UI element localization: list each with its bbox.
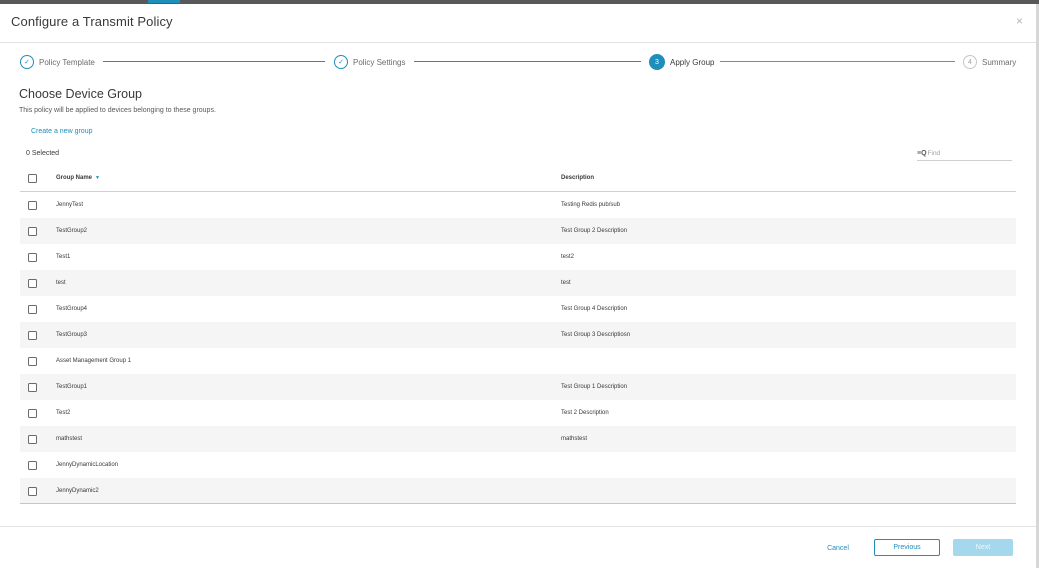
section-heading: Choose Device Group <box>19 87 142 101</box>
footer-divider <box>0 526 1036 527</box>
wizard-step-policy-settings[interactable]: ✓ Policy Settings <box>334 53 405 71</box>
wizard-step-summary[interactable]: 4 Summary <box>963 53 1016 71</box>
table-row[interactable]: Test2 Test 2 Description <box>20 400 1016 426</box>
group-name-cell: JennyTest <box>56 202 84 208</box>
check-icon: ✓ <box>20 55 34 69</box>
next-button[interactable]: Next <box>953 539 1013 556</box>
wizard-step-label: Policy Template <box>39 57 95 67</box>
previous-button[interactable]: Previous <box>874 539 940 556</box>
group-name-cell: TestGroup4 <box>56 306 88 312</box>
row-checkbox[interactable] <box>28 330 37 340</box>
group-name-cell: TestGroup1 <box>56 384 88 390</box>
filter-search-icon[interactable]: ≡Q <box>917 150 927 157</box>
wizard-step-label: Policy Settings <box>353 57 406 67</box>
dialog-title: Configure a Transmit Policy <box>11 14 173 29</box>
row-checkbox[interactable] <box>28 460 37 470</box>
description-cell: Test 2 Description <box>561 410 609 416</box>
search-box[interactable]: ≡Q <box>917 146 1012 161</box>
step-number-badge: 3 <box>649 54 665 70</box>
step-number-badge: 4 <box>963 55 977 69</box>
description-cell: Test Group 3 Descriptiosn <box>561 332 631 338</box>
description-cell: Testing Redis pub/sub <box>561 202 621 208</box>
table-bottom-border <box>20 503 1016 504</box>
group-name-cell: test <box>56 280 66 286</box>
row-checkbox[interactable] <box>28 200 37 210</box>
group-name-cell: mathstest <box>56 436 83 442</box>
table-row[interactable]: Test1 test2 <box>20 244 1016 270</box>
select-all-checkbox[interactable] <box>28 173 37 183</box>
group-name-cell: JennyDynamicLocation <box>56 462 119 468</box>
header-divider <box>0 42 1036 43</box>
description-cell: Test Group 4 Description <box>561 306 628 312</box>
table-row[interactable]: JennyTest Testing Redis pub/sub <box>20 192 1016 218</box>
group-name-cell: TestGroup3 <box>56 332 88 338</box>
cancel-button[interactable]: Cancel <box>812 540 864 556</box>
table-row[interactable]: JennyDynamicLocation <box>20 452 1016 478</box>
description-cell: test2 <box>561 254 575 260</box>
top-bar <box>0 0 1039 4</box>
table-row[interactable]: TestGroup3 Test Group 3 Descriptiosn <box>20 322 1016 348</box>
table-body: JennyTest Testing Redis pub/sub TestGroup2… <box>20 192 1016 504</box>
row-checkbox[interactable] <box>28 226 37 236</box>
table-row[interactable]: TestGroup2 Test Group 2 Description <box>20 218 1016 244</box>
row-checkbox[interactable] <box>28 304 37 314</box>
wizard-connector <box>720 61 955 62</box>
row-checkbox[interactable] <box>28 252 37 262</box>
table-row[interactable]: test test <box>20 270 1016 296</box>
wizard-step-label: Summary <box>982 57 1017 67</box>
row-checkbox[interactable] <box>28 486 37 496</box>
column-header-description: Description <box>561 175 595 181</box>
table-row[interactable]: TestGroup1 Test Group 1 Description <box>20 374 1016 400</box>
description-cell: test <box>561 280 571 286</box>
section-description: This policy will be applied to devices b… <box>19 107 216 114</box>
create-group-link[interactable]: Create a new group <box>31 128 92 135</box>
column-header-group-name[interactable]: Group Name ▼ <box>56 175 100 181</box>
group-name-cell: JennyDynamic2 <box>56 488 99 494</box>
table-row[interactable]: Asset Management Group 1 <box>20 348 1016 374</box>
group-name-cell: Test1 <box>56 254 71 260</box>
wizard-connector <box>414 61 641 62</box>
top-bar-accent <box>148 0 180 3</box>
row-checkbox[interactable] <box>28 278 37 288</box>
wizard-step-apply-group[interactable]: 3 Apply Group <box>649 53 714 71</box>
wizard-step-policy-template[interactable]: ✓ Policy Template <box>20 53 95 71</box>
description-cell: Test Group 1 Description <box>561 384 628 390</box>
group-table: Group Name ▼ Description JennyTest Testing… <box>20 165 1016 504</box>
table-row[interactable]: mathstest mathstest <box>20 426 1016 452</box>
search-input[interactable] <box>926 149 998 157</box>
column-header-label: Group Name <box>56 175 93 181</box>
row-checkbox[interactable] <box>28 408 37 418</box>
sort-descending-icon[interactable]: ▼ <box>95 175 100 181</box>
row-checkbox[interactable] <box>28 382 37 392</box>
table-row[interactable]: JennyDynamic2 <box>20 478 1016 504</box>
row-checkbox[interactable] <box>28 434 37 444</box>
check-icon: ✓ <box>334 55 348 69</box>
close-icon[interactable]: × <box>1016 14 1023 28</box>
table-header: Group Name ▼ Description <box>20 165 1016 192</box>
group-name-cell: Test2 <box>56 410 71 416</box>
selected-count: 0 Selected <box>26 150 60 157</box>
wizard-connector <box>103 61 325 62</box>
group-name-cell: TestGroup2 <box>56 228 88 234</box>
row-checkbox[interactable] <box>28 356 37 366</box>
group-name-cell: Asset Management Group 1 <box>56 358 132 364</box>
description-cell: mathstest <box>561 436 588 442</box>
description-cell: Test Group 2 Description <box>561 228 628 234</box>
wizard-step-label: Apply Group <box>670 57 715 67</box>
table-row[interactable]: TestGroup4 Test Group 4 Description <box>20 296 1016 322</box>
